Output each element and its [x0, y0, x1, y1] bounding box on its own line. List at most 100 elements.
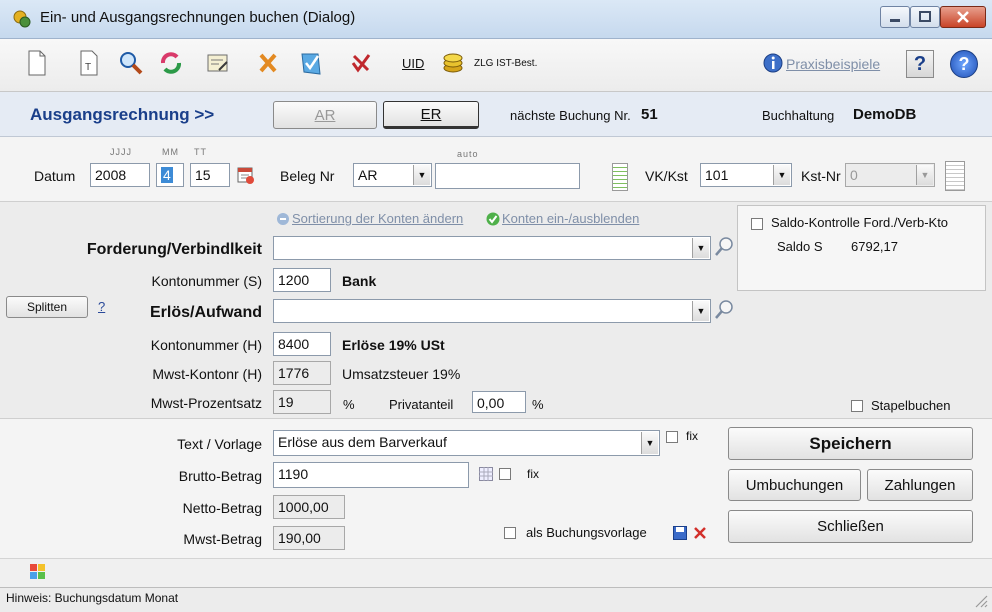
calculator-icon[interactable] [479, 467, 493, 481]
toggle-accounts-link[interactable]: Konten ein-/ausblenden [502, 211, 639, 226]
check-circle-icon [486, 212, 500, 226]
chevron-down-icon[interactable]: ▼ [413, 165, 430, 185]
mwst-betrag-label: Mwst-Betrag [183, 531, 262, 547]
save-button[interactable]: Speichern [728, 427, 973, 460]
text-vorlage-select[interactable]: Erlöse aus dem Barverkauf ▼ [273, 430, 660, 456]
netto-label: Netto-Betrag [182, 500, 262, 516]
form-edit-icon[interactable] [205, 50, 231, 76]
vk-kst-select[interactable]: 101 ▼ [700, 163, 792, 187]
saldo-label: Saldo S [777, 239, 823, 254]
mwst-kto-name: Umsatzsteuer 19% [342, 366, 461, 382]
erloes-select[interactable]: ▼ [273, 299, 711, 323]
saldo-check-checkbox[interactable] [751, 218, 763, 230]
delete-icon[interactable] [255, 50, 281, 76]
search-icon[interactable] [713, 236, 735, 258]
chevron-down-icon[interactable]: ▼ [692, 238, 709, 258]
coins-icon[interactable] [440, 50, 466, 76]
percent-sign: % [343, 397, 355, 412]
beleg-type-value: AR [358, 167, 378, 183]
help-label: ? [913, 52, 927, 75]
kst-grid-icon[interactable] [945, 161, 965, 191]
year-input[interactable]: 2008 [90, 163, 150, 187]
vk-kst-value: 101 [705, 167, 729, 183]
uid-button[interactable]: UID [402, 56, 424, 71]
status-hint: Hinweis: Buchungsdatum Monat [6, 591, 179, 605]
umbuchungen-button[interactable]: Umbuchungen [728, 469, 861, 501]
close-button[interactable]: Schließen [728, 510, 973, 543]
splitten-label: Splitten [26, 300, 68, 314]
tab-er-label: ER [420, 105, 442, 123]
kontonr-h-input[interactable]: 8400 [273, 332, 331, 356]
bottom-icon-row [0, 558, 992, 587]
color-grid-icon[interactable] [30, 564, 46, 580]
privat-input[interactable]: 0,00 [472, 391, 526, 413]
tab-er[interactable]: ER [383, 101, 479, 129]
kontonr-s-input[interactable]: 1200 [273, 268, 331, 292]
mwst-satz-input: 19 [273, 390, 331, 414]
tab-ar-label: AR [314, 106, 336, 124]
forderung-select[interactable]: ▼ [273, 236, 711, 260]
zahlungen-button[interactable]: Zahlungen [867, 469, 973, 501]
search-icon[interactable] [118, 50, 144, 76]
tab-ar[interactable]: AR [273, 101, 377, 129]
chevron-down-icon[interactable]: ▼ [916, 165, 933, 185]
kst-nr-select[interactable]: 0 ▼ [845, 163, 935, 187]
chevron-down-icon[interactable]: ▼ [773, 165, 790, 185]
stapel-checkbox[interactable] [851, 400, 863, 412]
sort-accounts-link[interactable]: Sortierung der Konten ändern [292, 211, 463, 226]
save-label: Speichern [809, 433, 892, 453]
forderung-label: Forderung/Verbindlkeit [86, 241, 262, 258]
sort-icon [276, 212, 290, 226]
minimize-button[interactable] [880, 6, 910, 28]
check-shield-icon[interactable] [298, 50, 324, 76]
zlg-label[interactable]: ZLG IST-Best. [474, 58, 537, 69]
cancel-check-icon[interactable] [348, 50, 374, 76]
date-label: Datum [34, 168, 76, 184]
template-document-icon[interactable]: T [76, 50, 102, 76]
info-help-button[interactable]: ? [950, 50, 978, 78]
saldo-check-label: Saldo-Kontrolle Ford./Verb-Kto [771, 215, 949, 230]
mode-toggle[interactable]: Ausgangsrechnung >> [30, 105, 214, 125]
window-title: Ein- und Ausgangsrechnungen buchen (Dial… [40, 9, 356, 26]
text-fix-checkbox[interactable] [666, 431, 678, 443]
refresh-icon[interactable] [158, 50, 184, 76]
splitten-button[interactable]: Splitten [6, 296, 88, 318]
close-label: Schließen [817, 518, 884, 535]
info-icon[interactable] [762, 52, 784, 74]
table-grid-icon[interactable] [612, 163, 628, 191]
brutto-input[interactable]: 1190 [273, 462, 469, 488]
delete-icon[interactable] [693, 526, 707, 540]
month-input[interactable]: 4 [156, 163, 184, 187]
save-icon[interactable] [673, 526, 687, 540]
buchhaltung-db: DemoDB [853, 106, 917, 123]
beleg-type-select[interactable]: AR ▼ [353, 163, 432, 187]
next-booking-label: nächste Buchung Nr. [510, 108, 631, 123]
help-button[interactable]: ? [906, 50, 934, 78]
search-icon[interactable] [713, 299, 735, 321]
text-vorlage-value: Erlöse aus dem Barverkauf [278, 434, 447, 450]
day-input[interactable]: 15 [190, 163, 230, 187]
maximize-button[interactable] [910, 6, 940, 28]
resize-grip-icon[interactable] [972, 592, 988, 608]
chevron-down-icon[interactable]: ▼ [641, 432, 658, 454]
vorlage-checkbox[interactable] [504, 527, 516, 539]
privat-label: Privatanteil [389, 397, 454, 412]
kst-nr-label: Kst-Nr [801, 168, 841, 184]
beleg-label: Beleg Nr [280, 168, 335, 184]
zahlungen-label: Zahlungen [884, 476, 956, 494]
next-booking-number: 51 [641, 106, 658, 123]
mwst-kto-input: 1776 [273, 361, 331, 385]
kontonr-s-name: Bank [342, 273, 377, 289]
chevron-down-icon[interactable]: ▼ [692, 301, 709, 321]
brutto-fix-checkbox[interactable] [499, 468, 511, 480]
beleg-auto-hint: auto [457, 149, 479, 159]
kontonr-s-label: Kontonummer (S) [151, 273, 262, 289]
close-window-button[interactable] [940, 6, 986, 28]
text-vorlage-label: Text / Vorlage [177, 436, 262, 452]
praxisbeispiele-link[interactable]: Praxisbeispiele [786, 56, 880, 72]
calendar-icon[interactable] [236, 165, 256, 185]
beleg-number-input[interactable] [435, 163, 580, 189]
new-document-icon[interactable] [24, 50, 50, 76]
text-fix-label: fix [686, 429, 698, 443]
kst-nr-value: 0 [850, 167, 858, 183]
